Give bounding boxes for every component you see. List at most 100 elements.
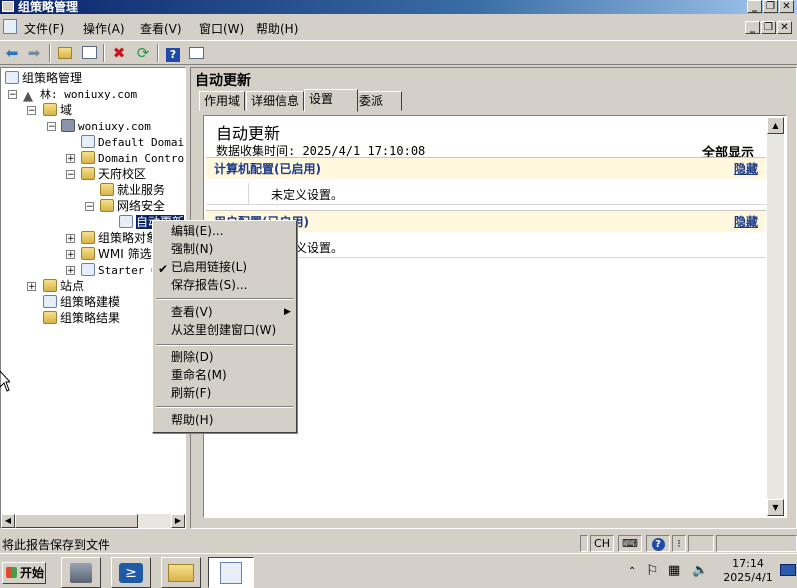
forward-arrow-icon[interactable]: ➡	[25, 44, 43, 62]
back-arrow-icon[interactable]: ⬅	[3, 44, 21, 62]
domains-folder-icon	[43, 103, 57, 116]
tree-item-ou-campus[interactable]: 天府校区	[81, 166, 146, 182]
explorer-folder-icon	[168, 564, 194, 582]
tab-scope[interactable]: 作用域	[199, 91, 246, 111]
menu-item-rename[interactable]: 重命名(M)	[171, 367, 227, 384]
tab-details[interactable]: 详细信息	[246, 91, 305, 111]
ime-help-icon[interactable]: ?	[646, 535, 670, 552]
show-hidden-icons-icon[interactable]: ⌃	[628, 566, 636, 577]
expand-toggle[interactable]: +	[66, 250, 75, 260]
status-text: 将此报告保存到文件	[2, 538, 111, 552]
tree-item-ou-employment[interactable]: 就业服务	[100, 182, 165, 198]
report-vertical-scrollbar[interactable]: ▲ ▼	[767, 117, 784, 516]
system-tray: ⌃ ⚐ ▦ 🔈 17:14 2025/4/1	[622, 556, 797, 587]
collapse-toggle[interactable]: −	[66, 170, 75, 180]
menu-item-edit[interactable]: 编辑(E)...	[171, 223, 223, 240]
expand-toggle[interactable]: +	[66, 266, 75, 276]
up-folder-icon[interactable]	[56, 44, 74, 62]
delete-icon[interactable]: ✖	[110, 44, 128, 62]
help-icon[interactable]: ?	[164, 44, 182, 62]
menu-item-help[interactable]: 帮助(H)	[171, 412, 213, 429]
expand-toggle[interactable]: +	[66, 234, 75, 244]
show-hide-tree-icon[interactable]	[80, 44, 98, 62]
modeling-icon	[43, 295, 57, 308]
hide-link[interactable]: 隐藏	[734, 160, 758, 177]
scroll-down-icon[interactable]: ▼	[767, 499, 784, 516]
menu-item-delete[interactable]: 删除(D)	[171, 349, 214, 366]
hide-link[interactable]: 隐藏	[734, 213, 758, 230]
gpmc-icon	[220, 562, 242, 584]
tree-item-ou-security[interactable]: 网络安全	[100, 198, 165, 214]
tree-item-domain[interactable]: woniuxy.com	[61, 118, 151, 134]
scroll-up-icon[interactable]: ▲	[767, 117, 784, 134]
expand-toggle[interactable]: +	[66, 154, 75, 164]
tree-horizontal-scrollbar[interactable]: ◀ ▶	[1, 514, 185, 528]
taskbar-gpmc[interactable]	[208, 557, 254, 588]
expand-toggle[interactable]: +	[27, 282, 36, 292]
menu-help[interactable]: 帮助(H)	[256, 20, 298, 37]
ime-options-icon[interactable]: ⁝	[672, 535, 686, 552]
tab-settings[interactable]: 设置	[304, 89, 358, 112]
computer-config-body: 未定义设置。	[206, 183, 766, 205]
tree-item-gpo-objects[interactable]: 组策略对象	[81, 230, 158, 246]
taskbar-explorer[interactable]	[161, 557, 201, 588]
menu-item-save-report[interactable]: 保存报告(S)...	[171, 277, 247, 294]
tree-label: 站点	[60, 279, 85, 293]
tree-label: 网络安全	[117, 199, 166, 213]
tree-item-domains[interactable]: 域	[43, 102, 72, 118]
restore-button[interactable]: ❐	[763, 0, 778, 13]
collapse-toggle[interactable]: −	[85, 202, 94, 212]
scroll-right-icon[interactable]: ▶	[171, 514, 185, 528]
scroll-left-icon[interactable]: ◀	[1, 514, 15, 528]
taskbar-server-manager[interactable]	[61, 557, 101, 588]
menu-item-refresh[interactable]: 刷新(F)	[171, 385, 211, 402]
show-desktop-icon[interactable]	[780, 564, 796, 576]
computer-config-section: 计算机配置(已启用) 隐藏	[206, 157, 766, 179]
tab-delegation[interactable]: 委派	[354, 91, 402, 111]
gpmc-icon	[5, 71, 19, 84]
menu-item-enforce[interactable]: 强制(N)	[171, 241, 213, 258]
start-button[interactable]: 开始	[2, 562, 46, 584]
results-icon	[43, 311, 57, 324]
collapse-toggle[interactable]: −	[47, 122, 56, 132]
minimize-button[interactable]: _	[747, 0, 762, 13]
menu-file[interactable]: 文件(F)	[24, 20, 64, 37]
scroll-thumb[interactable]	[15, 514, 138, 528]
child-restore-button[interactable]: ❐	[761, 21, 776, 34]
keyboard-icon[interactable]: ⌨	[618, 535, 642, 552]
tree-item-domain-controllers[interactable]: Domain Control	[81, 150, 185, 166]
menu-window[interactable]: 窗口(W)	[199, 20, 244, 37]
powershell-icon: ≥	[119, 563, 143, 583]
menu-item-new-window[interactable]: 从这里创建窗口(W)	[171, 322, 276, 339]
menu-action[interactable]: 操作(A)	[83, 20, 125, 37]
child-minimize-button[interactable]: _	[745, 21, 760, 34]
toolbar-separator	[103, 44, 105, 62]
status-pane	[716, 535, 797, 552]
network-icon[interactable]: ▦	[668, 563, 680, 578]
close-button[interactable]: ✕	[779, 0, 794, 13]
menu-item-view[interactable]: 查看(V)	[171, 304, 213, 321]
flag-icon[interactable]: ⚐	[646, 563, 659, 579]
refresh-icon[interactable]: ⟳	[134, 44, 152, 62]
collapse-toggle[interactable]: −	[27, 106, 36, 116]
menu-item-link-enabled[interactable]: 已启用链接(L)	[171, 259, 247, 276]
tree-item-root[interactable]: 组策略管理	[5, 70, 82, 86]
gpo-link-icon	[81, 135, 95, 148]
volume-muted-icon[interactable]: 🔈	[692, 563, 708, 578]
tree-item-modeling[interactable]: 组策略建模	[43, 294, 120, 310]
tree-label: 组策略对象	[98, 231, 159, 245]
ime-indicator[interactable]: CH	[590, 535, 614, 552]
properties-icon[interactable]	[187, 44, 205, 62]
collapse-toggle[interactable]: −	[8, 90, 17, 100]
menu-separator	[156, 344, 293, 346]
taskbar-powershell[interactable]: ≥	[111, 557, 151, 588]
page-title: 自动更新	[195, 73, 251, 89]
clock[interactable]: 17:14 2025/4/1	[722, 557, 774, 585]
tree-item-results[interactable]: 组策略结果	[43, 310, 120, 326]
tree-item-default-policy[interactable]: Default Domain	[81, 134, 185, 150]
child-close-button[interactable]: ✕	[777, 21, 792, 34]
menu-view[interactable]: 查看(V)	[140, 20, 182, 37]
folder-icon	[81, 263, 95, 276]
tree-item-sites[interactable]: 站点	[43, 278, 84, 294]
tree-item-forest[interactable]: ▲ 林: woniuxy.com	[23, 86, 137, 103]
